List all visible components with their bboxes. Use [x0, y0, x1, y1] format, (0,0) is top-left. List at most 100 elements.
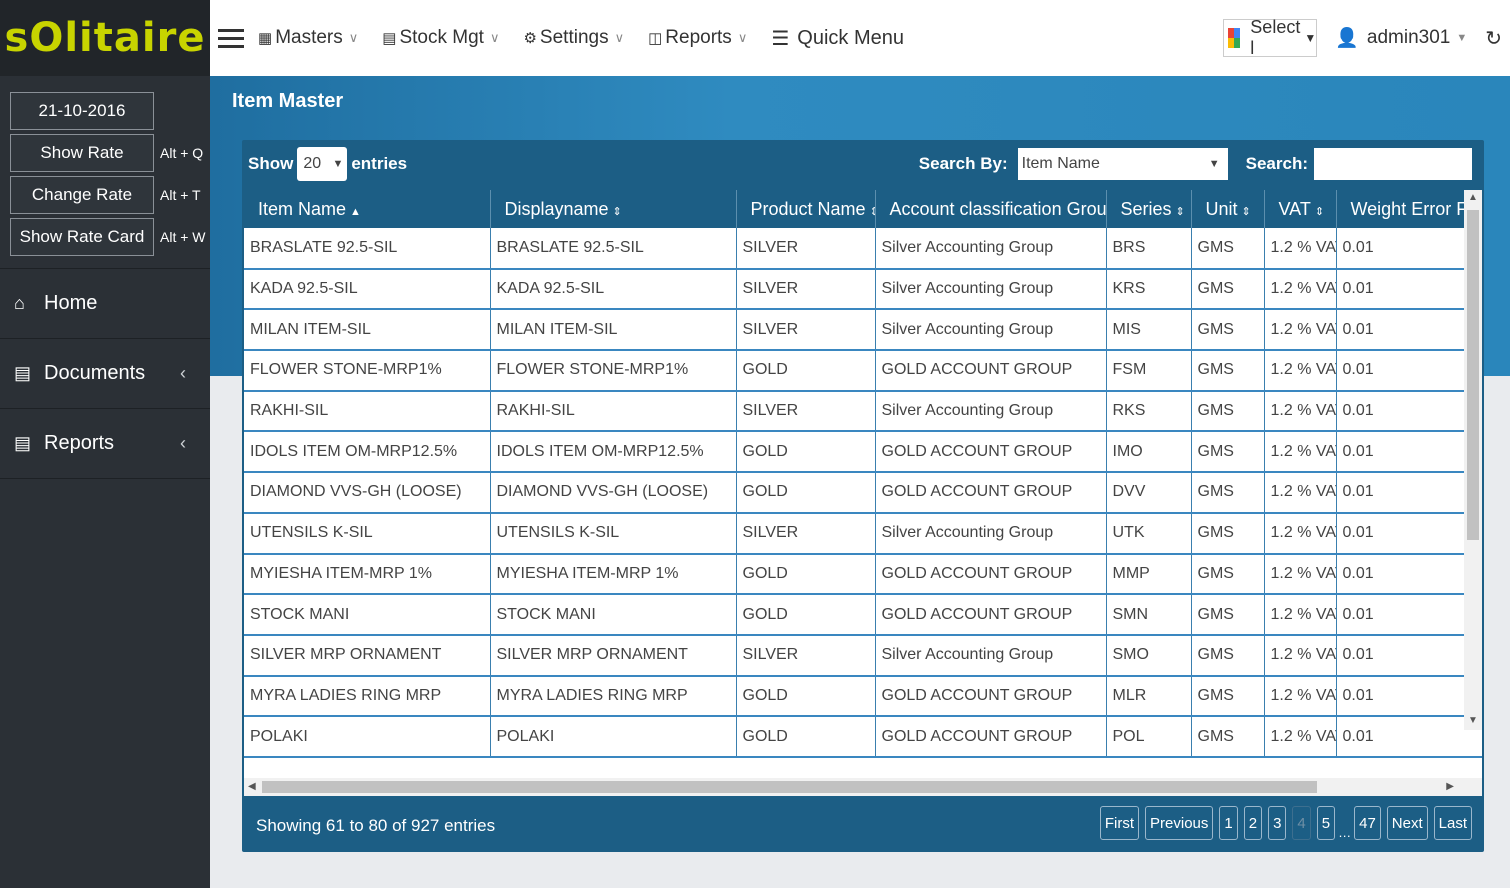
column-header-series[interactable]: Series ⇕ [1106, 190, 1192, 228]
scroll-left-icon[interactable]: ◀ [248, 781, 256, 792]
main-content: Item Master Show 20 ▼ entries Search By:… [210, 76, 1510, 888]
scroll-up-icon[interactable]: ▲ [1468, 192, 1478, 203]
page-next-button[interactable]: Next [1386, 806, 1428, 840]
quick-menu[interactable]: ☰ Quick Menu [771, 26, 904, 51]
cell-item-name: KADA 92.5-SIL [244, 268, 491, 311]
cell-vat: 1.2 % VAT [1264, 716, 1337, 758]
vertical-scroll-thumb[interactable] [1467, 210, 1479, 540]
page-4-button[interactable]: 4 [1292, 806, 1311, 840]
cell-vat: 1.2 % VAT [1264, 594, 1337, 636]
cell-series: KRS [1106, 268, 1192, 311]
column-header-label: Item Name [258, 198, 347, 219]
language-select[interactable]: Select l ▼ [1223, 17, 1318, 58]
sidebar-item-documents[interactable]: ▤ Documents ‹ [0, 339, 210, 409]
horizontal-scrollbar[interactable]: ◀ ▶ [244, 778, 1482, 796]
column-header-item-name[interactable]: Item Name ▲ [244, 190, 491, 228]
column-header-weight-error[interactable]: Weight Error For Billing [1336, 190, 1482, 228]
cell-weight-error: 0.01 [1336, 553, 1482, 596]
sort-icon: ⇕ [1175, 205, 1185, 218]
cell-series: IMO [1106, 431, 1192, 474]
cell-displayname: STOCK MANI [490, 594, 737, 636]
menu-label: Stock Mgt [399, 27, 484, 48]
menu-settings[interactable]: ⚙ Settings ∨ [523, 27, 624, 49]
table-row[interactable]: DIAMOND VVS-GH (LOOSE) DIAMOND VVS-GH (LO… [244, 472, 1482, 514]
table-row[interactable]: SILVER MRP ORNAMENT SILVER MRP ORNAMENT SI… [244, 634, 1482, 677]
menu-reports[interactable]: ◫ Reports ∨ [648, 27, 747, 49]
page-2-button[interactable]: 2 [1243, 806, 1263, 840]
change-rate-button[interactable]: Change Rate [10, 176, 154, 214]
horizontal-scroll-thumb[interactable] [262, 781, 1317, 793]
page-5-button[interactable]: 5 [1316, 806, 1336, 840]
search-by-select[interactable]: Item Name ▼ [1017, 148, 1228, 180]
column-header-product-name[interactable]: Product Name ⇕ [736, 190, 876, 228]
page-3-button[interactable]: 3 [1268, 806, 1287, 840]
column-header-account-group[interactable]: Account classification Group⇕ [875, 190, 1107, 228]
table-row[interactable]: KADA 92.5-SIL KADA 92.5-SIL SILVER Silver A… [244, 268, 1482, 311]
cell-weight-error: 0.01 [1336, 228, 1482, 270]
cell-series: MMP [1106, 553, 1192, 596]
cell-account-group: Silver Accounting Group [875, 390, 1107, 433]
sort-icon: ⇕ [1241, 205, 1251, 218]
page-1-button[interactable]: 1 [1219, 806, 1238, 840]
hamburger-menu-icon[interactable] [218, 24, 244, 53]
cell-displayname: MYIESHA ITEM-MRP 1% [490, 553, 737, 596]
page-47-button[interactable]: 47 [1354, 806, 1381, 840]
cell-series: SMN [1106, 594, 1192, 636]
column-header-displayname[interactable]: Displayname ⇕ [490, 190, 737, 228]
cell-unit: GMS [1191, 472, 1265, 514]
scroll-down-icon[interactable]: ▼ [1468, 715, 1478, 726]
menu-masters[interactable]: ▦ Masters ∨ [258, 27, 358, 49]
date-display[interactable]: 21-10-2016 [10, 92, 154, 130]
search-input[interactable] [1314, 148, 1472, 180]
table-row[interactable]: MYRA LADIES RING MRP MYRA LADIES RING MRP… [244, 675, 1482, 718]
show-rate-button[interactable]: Show Rate [10, 134, 154, 172]
table-row[interactable]: BRASLATE 92.5-SIL BRASLATE 92.5-SIL SILVER… [244, 228, 1482, 270]
column-header-vat[interactable]: VAT ⇕ [1264, 190, 1337, 228]
home-icon: ⌂ [14, 293, 25, 313]
cell-displayname: POLAKI [490, 716, 737, 758]
column-header-unit[interactable]: Unit ⇕ [1191, 190, 1265, 228]
vertical-scrollbar[interactable]: ▲ ▼ [1464, 190, 1482, 730]
grid-icon: ▦ [258, 30, 273, 47]
cell-vat: 1.2 % VAT [1264, 634, 1337, 677]
cell-displayname: UTENSILS K-SIL [490, 512, 737, 555]
cell-displayname: BRASLATE 92.5-SIL [490, 228, 737, 270]
scroll-right-icon[interactable]: ▶ [1446, 781, 1454, 792]
table-row[interactable]: MYIESHA ITEM-MRP 1% MYIESHA ITEM-MRP 1% GO… [244, 553, 1482, 596]
table-row[interactable]: STOCK MANI STOCK MANI GOLD GOLD ACCOUNT GRO… [244, 594, 1482, 636]
app-logo[interactable]: sOlitaire [0, 0, 210, 76]
sort-icon: ⇕ [612, 205, 622, 218]
sidebar-item-label: Reports [44, 432, 115, 454]
show-rate-card-button[interactable]: Show Rate Card [10, 218, 154, 256]
sidebar-item-home[interactable]: ⌂ Home [0, 269, 210, 339]
search-by-value: Item Name [1021, 155, 1100, 172]
cell-series: MIS [1106, 309, 1192, 352]
user-menu[interactable]: 👤 admin301 ▼ [1335, 26, 1467, 50]
table-row[interactable]: RAKHI-SIL RAKHI-SIL SILVER Silver Accountin… [244, 390, 1482, 433]
chart-icon: ▤ [14, 363, 32, 383]
table-footer: Showing 61 to 80 of 927 entries First Pr… [242, 800, 1484, 852]
refresh-icon[interactable]: ↻ [1485, 26, 1502, 51]
sort-asc-icon: ▲ [350, 205, 361, 218]
cell-item-name: IDOLS ITEM OM-MRP12.5% [244, 431, 491, 474]
page-previous-button[interactable]: Previous [1145, 806, 1214, 840]
table-body: BRASLATE 92.5-SIL BRASLATE 92.5-SIL SILVER… [244, 228, 1482, 758]
change-rate-shortcut: Alt + T [160, 187, 201, 203]
cell-item-name: MYRA LADIES RING MRP [244, 675, 491, 718]
table-row[interactable]: POLAKI POLAKI GOLD GOLD ACCOUNT GROUP POL GMS… [244, 716, 1482, 758]
entries-per-page-select[interactable]: 20 ▼ [297, 147, 348, 181]
cell-account-group: Silver Accounting Group [875, 309, 1107, 352]
table-row[interactable]: UTENSILS K-SIL UTENSILS K-SIL SILVER Silver… [244, 512, 1482, 555]
chevron-down-icon: ∨ [614, 30, 625, 45]
cell-account-group: GOLD ACCOUNT GROUP [875, 350, 1107, 392]
menu-stock-mgt[interactable]: ▤ Stock Mgt ∨ [382, 27, 499, 49]
sidebar-item-reports[interactable]: ▤ Reports ‹ [0, 409, 210, 479]
cell-account-group: GOLD ACCOUNT GROUP [875, 553, 1107, 596]
table-scroll-area[interactable]: Item Name▲ Displayname⇕ Product Name⇕ Ac… [244, 190, 1482, 796]
table-row[interactable]: MILAN ITEM-SIL MILAN ITEM-SIL SILVER Silver… [244, 309, 1482, 352]
table-row[interactable]: IDOLS ITEM OM-MRP12.5% IDOLS ITEM OM-MRP1… [244, 431, 1482, 474]
page-last-button[interactable]: Last [1433, 806, 1472, 840]
cell-unit: GMS [1191, 350, 1265, 392]
page-first-button[interactable]: First [1099, 806, 1140, 840]
table-row[interactable]: FLOWER STONE-MRP1% FLOWER STONE-MRP1% GOLD… [244, 350, 1482, 392]
